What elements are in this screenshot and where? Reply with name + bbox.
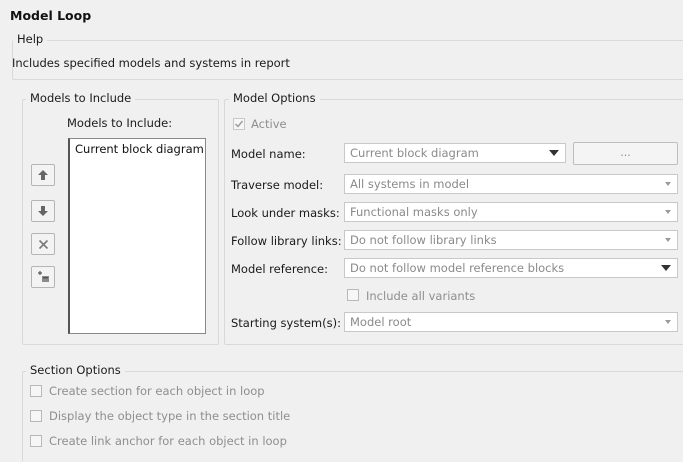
browse-button[interactable]: ... bbox=[573, 142, 678, 165]
help-legend: Help bbox=[13, 32, 48, 46]
model-reference-value: Do not follow model reference blocks bbox=[350, 261, 565, 275]
traverse-model-value: All systems in model bbox=[350, 177, 470, 191]
move-up-button[interactable] bbox=[31, 164, 55, 186]
models-to-include-legend: Models to Include bbox=[26, 91, 136, 105]
chevron-down-icon bbox=[665, 238, 671, 242]
page-title: Model Loop bbox=[10, 8, 92, 23]
include-all-variants-label: Include all variants bbox=[366, 289, 476, 303]
look-under-masks-label: Look under masks: bbox=[231, 206, 340, 220]
create-link-anchor-checkbox[interactable] bbox=[30, 435, 42, 447]
chevron-down-icon bbox=[549, 150, 559, 156]
chevron-down-icon bbox=[661, 265, 671, 271]
delete-button[interactable] bbox=[31, 233, 55, 255]
model-reference-combo[interactable]: Do not follow model reference blocks bbox=[344, 258, 678, 278]
traverse-model-label: Traverse model: bbox=[231, 178, 324, 192]
include-all-variants-checkbox[interactable] bbox=[347, 289, 359, 301]
model-name-value: Current block diagram bbox=[350, 146, 479, 160]
models-list-label: Models to Include: bbox=[67, 116, 173, 130]
model-name-label: Model name: bbox=[231, 147, 306, 161]
move-up-icon bbox=[38, 170, 48, 180]
help-text: Includes specified models and systems in… bbox=[12, 56, 290, 70]
model-options-legend: Model Options bbox=[229, 91, 320, 105]
move-down-button[interactable] bbox=[31, 200, 55, 222]
starting-system-value: Model root bbox=[350, 315, 412, 329]
chevron-down-icon bbox=[665, 182, 671, 186]
create-link-anchor-label: Create link anchor for each object in lo… bbox=[49, 434, 287, 448]
model-reference-label: Model reference: bbox=[231, 262, 328, 276]
chevron-down-icon bbox=[665, 320, 671, 324]
add-icon bbox=[38, 271, 49, 282]
move-down-icon bbox=[38, 206, 48, 216]
display-object-type-checkbox[interactable] bbox=[30, 410, 42, 422]
checkmark-icon bbox=[235, 120, 244, 128]
list-item[interactable]: Current block diagram bbox=[75, 142, 204, 156]
look-under-masks-value: Functional masks only bbox=[350, 205, 478, 219]
active-checkbox[interactable] bbox=[233, 118, 245, 130]
starting-system-label: Starting system(s): bbox=[231, 316, 341, 330]
model-options-group bbox=[224, 99, 683, 345]
delete-icon bbox=[38, 239, 48, 249]
create-section-checkbox[interactable] bbox=[30, 385, 42, 397]
model-name-combo[interactable]: Current block diagram bbox=[344, 143, 566, 163]
traverse-model-combo[interactable]: All systems in model bbox=[344, 174, 678, 194]
create-section-label: Create section for each object in loop bbox=[49, 384, 265, 398]
models-list[interactable]: Current block diagram bbox=[68, 138, 206, 334]
section-options-legend: Section Options bbox=[26, 363, 125, 377]
starting-system-combo[interactable]: Model root bbox=[344, 312, 678, 332]
chevron-down-icon bbox=[665, 210, 671, 214]
display-object-type-label: Display the object type in the section t… bbox=[49, 409, 291, 423]
follow-library-links-value: Do not follow library links bbox=[350, 233, 497, 247]
look-under-masks-combo[interactable]: Functional masks only bbox=[344, 202, 678, 222]
follow-library-links-combo[interactable]: Do not follow library links bbox=[344, 230, 678, 250]
follow-library-links-label: Follow library links: bbox=[231, 234, 342, 248]
active-label: Active bbox=[251, 117, 287, 131]
add-button[interactable] bbox=[31, 266, 55, 288]
